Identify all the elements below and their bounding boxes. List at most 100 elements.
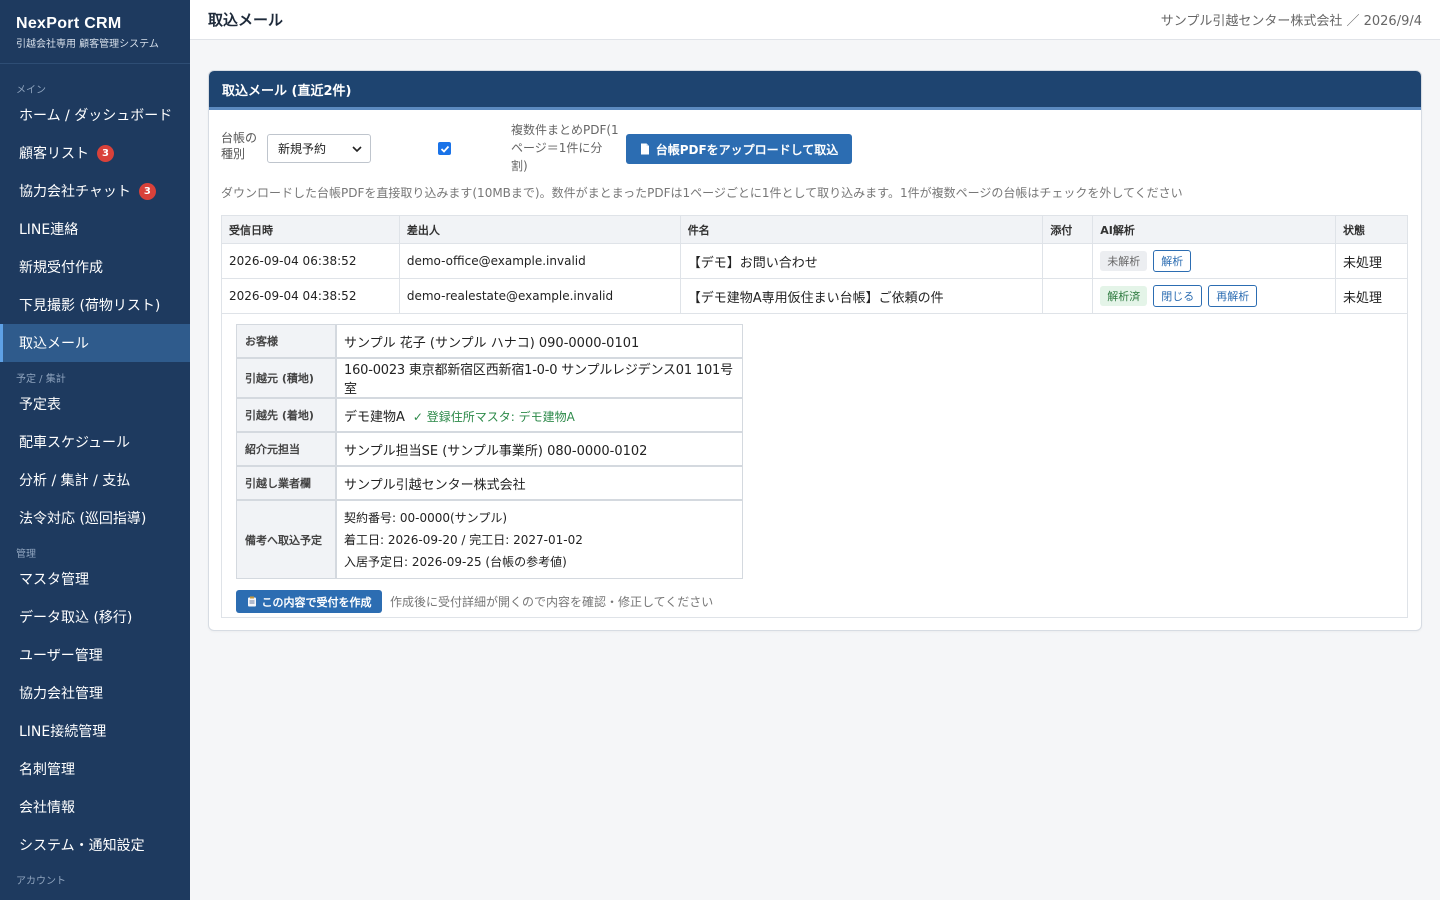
detail-label: 備考へ取込予定 <box>236 500 336 579</box>
sidebar-item-label: データ取込 (移行) <box>19 610 133 626</box>
sidebar-item-label: 名刺管理 <box>19 762 75 778</box>
brand-subtitle: 引越会社専用 顧客管理システム <box>16 39 159 50</box>
detail-value: 160-0023 東京都新宿区西新宿1-0-0 サンプルレジデンス01 101号… <box>336 358 743 398</box>
status-cell: 未処理 <box>1335 243 1408 279</box>
sidebar-item-label: 協力会社チャット <box>19 184 131 200</box>
sidebar-item-label: 協力会社管理 <box>19 686 103 702</box>
multi-pdf-label: 複数件まとめPDF(1ページ＝1件に分割) <box>511 123 619 173</box>
sidebar-item-users[interactable]: ユーザー管理 <box>0 636 190 674</box>
detail-value-cell: デモ建物A ✓ 登録住所マスタ: デモ建物A <box>336 398 743 432</box>
sidebar-item-line-contact[interactable]: LINE連絡 <box>0 210 190 248</box>
sidebar-item-label: 予定表 <box>19 397 61 413</box>
column-header: 状態 <box>1335 215 1408 244</box>
detail-row-referrer: 紹介元担当 サンプル担当SE (サンプル事業所) 080-0000-0102 <box>236 432 743 466</box>
detail-label: お客様 <box>236 324 336 358</box>
ledger-type-value: 新規予約 <box>278 142 327 156</box>
analyze-button[interactable]: 解析 <box>1153 250 1192 272</box>
sidebar-item-label: 会社情報 <box>19 800 75 816</box>
detail-label: 引越し業者欄 <box>236 466 336 500</box>
sidebar-item-master[interactable]: マスタ管理 <box>0 560 190 598</box>
sidebar-item-new-reception[interactable]: 新規受付作成 <box>0 248 190 286</box>
sidebar-item-label: ユーザー管理 <box>19 648 103 664</box>
close-button[interactable]: 閉じる <box>1153 285 1203 307</box>
sidebar-item-data-import[interactable]: データ取込 (移行) <box>0 598 190 636</box>
nav-section-main: メイン <box>16 85 46 96</box>
sidebar-item-business-cards[interactable]: 名刺管理 <box>0 750 190 788</box>
sidebar-item-label: 配車スケジュール <box>19 435 131 451</box>
sidebar-item-schedule[interactable]: 予定表 <box>0 385 190 423</box>
received-cell: 2026-09-04 04:38:52 <box>221 278 400 314</box>
mail-table: 受信日時 差出人 件名 添付 AI解析 状態 2026-09-04 06:38:… <box>221 215 1408 314</box>
sidebar-item-label: LINE接続管理 <box>19 724 107 740</box>
ai-cell: 未解析 解析 <box>1092 243 1337 279</box>
sidebar-item-label: ホーム / ダッシュボード <box>19 108 173 124</box>
sidebar-item-label: LINE連絡 <box>19 222 79 238</box>
detail-value: サンプル担当SE (サンプル事業所) 080-0000-0102 <box>336 432 743 466</box>
create-note: 作成後に受付詳細が開くので内容を確認・修正してください <box>390 595 714 609</box>
upload-pdf-button[interactable]: 台帳PDFをアップロードして取込 <box>626 134 852 164</box>
column-header: 件名 <box>679 215 1044 244</box>
notes-line: 入居予定日: 2026-09-25 (台帳の参考値) <box>344 554 567 569</box>
sidebar-item-label: 顧客リスト <box>19 146 89 162</box>
detail-row-destination: 引越先 (着地) デモ建物A ✓ 登録住所マスタ: デモ建物A <box>236 398 743 432</box>
topbar: 取込メール サンプル引越センター株式会社 ／ 2026/9/4 <box>190 0 1440 40</box>
ai-status-badge: 解析済 <box>1100 286 1148 306</box>
sender-cell: demo-realestate@example.invalid <box>398 278 681 314</box>
sidebar-item-label: マスタ管理 <box>19 572 89 588</box>
multi-pdf-checkbox[interactable] <box>438 142 451 155</box>
detail-label: 紹介元担当 <box>236 432 336 466</box>
sidebar-item-partners[interactable]: 協力会社管理 <box>0 674 190 712</box>
detail-label: 引越先 (着地) <box>236 398 336 432</box>
upload-hint: ダウンロードした台帳PDFを直接取り込みます(10MBまで)。数件がまとまったP… <box>221 186 1183 200</box>
subject-cell: 【デモ】お問い合わせ <box>679 243 1044 279</box>
sender-cell: demo-office@example.invalid <box>398 243 681 279</box>
notes-cell: 契約番号: 00-0000(サンプル) 着工日: 2026-09-20 / 完工… <box>336 500 743 579</box>
sidebar-item-compliance[interactable]: 法令対応 (巡回指導) <box>0 499 190 537</box>
table-header-row: 受信日時 差出人 件名 添付 AI解析 状態 <box>221 215 1408 244</box>
table-row[interactable]: 2026-09-04 04:38:52 demo-realestate@exam… <box>221 278 1408 314</box>
brand-title: NexPort CRM <box>16 15 122 32</box>
company-date: サンプル引越センター株式会社 ／ 2026/9/4 <box>1160 14 1422 29</box>
upload-pdf-label: 台帳PDFをアップロードして取込 <box>655 142 839 157</box>
detail-value: サンプル引越センター株式会社 <box>336 466 743 500</box>
column-header: 差出人 <box>398 215 681 244</box>
column-header: AI解析 <box>1092 215 1337 244</box>
count-badge: 3 <box>97 144 114 162</box>
sidebar-item-line-connection[interactable]: LINE接続管理 <box>0 712 190 750</box>
notes-line: 契約番号: 00-0000(サンプル) <box>344 510 508 525</box>
ai-cell: 解析済 閉じる 再解析 <box>1092 278 1337 314</box>
create-reception-label: この内容で受付を作成 <box>261 595 372 609</box>
reanalyze-button[interactable]: 再解析 <box>1208 285 1258 307</box>
attachment-cell <box>1042 243 1094 279</box>
sidebar-item-dispatch[interactable]: 配車スケジュール <box>0 423 190 461</box>
table-row[interactable]: 2026-09-04 06:38:52 demo-office@example.… <box>221 243 1408 279</box>
sidebar-item-survey-photo[interactable]: 下見撮影 (荷物リスト) <box>0 286 190 324</box>
card-body: 台帳の種別 新規予約 複数件まとめPDF(1ページ＝1件に分割) 台帳PDFをア… <box>209 110 1421 618</box>
status-cell: 未処理 <box>1335 278 1408 314</box>
address-master-match: ✓ 登録住所マスタ: デモ建物A <box>412 409 575 424</box>
subject-cell: 【デモ建物A専用仮住まい台帳】ご依頼の件 <box>679 278 1044 314</box>
nav-section-schedule: 予定 / 集計 <box>16 374 66 385</box>
sidebar-item-customers[interactable]: 顧客リスト 3 <box>0 134 190 172</box>
ledger-type-select[interactable]: 新規予約 <box>267 134 371 163</box>
notes-line: 着工日: 2026-09-20 / 完工日: 2027-01-02 <box>344 532 583 547</box>
upload-controls: 台帳の種別 新規予約 複数件まとめPDF(1ページ＝1件に分割) 台帳PDFをア… <box>221 110 1409 185</box>
ledger-type-label: 台帳の種別 <box>221 131 258 161</box>
ai-status-badge: 未解析 <box>1100 251 1148 271</box>
create-row: この内容で受付を作成 作成後に受付詳細が開くので内容を確認・修正してください <box>236 590 1407 613</box>
sidebar-item-label: 新規受付作成 <box>19 260 103 276</box>
create-reception-button[interactable]: この内容で受付を作成 <box>236 590 382 613</box>
sidebar-item-partner-chat[interactable]: 協力会社チャット 3 <box>0 172 190 210</box>
document-icon <box>640 143 649 155</box>
page-title: 取込メール <box>208 11 284 29</box>
sidebar-item-analytics[interactable]: 分析 / 集計 / 支払 <box>0 461 190 499</box>
sidebar-item-label: 取込メール <box>19 336 89 352</box>
sidebar-item-system-settings[interactable]: システム・通知設定 <box>0 826 190 864</box>
clipboard-icon <box>247 596 256 607</box>
sidebar-item-label: 下見撮影 (荷物リスト) <box>19 298 161 314</box>
sidebar-item-company-info[interactable]: 会社情報 <box>0 788 190 826</box>
card-title: 取込メール (直近2件) <box>209 71 1421 110</box>
sidebar-item-imported-mail[interactable]: 取込メール <box>0 324 190 362</box>
sidebar-item-dashboard[interactable]: ホーム / ダッシュボード <box>0 96 190 134</box>
attachment-cell <box>1042 278 1094 314</box>
